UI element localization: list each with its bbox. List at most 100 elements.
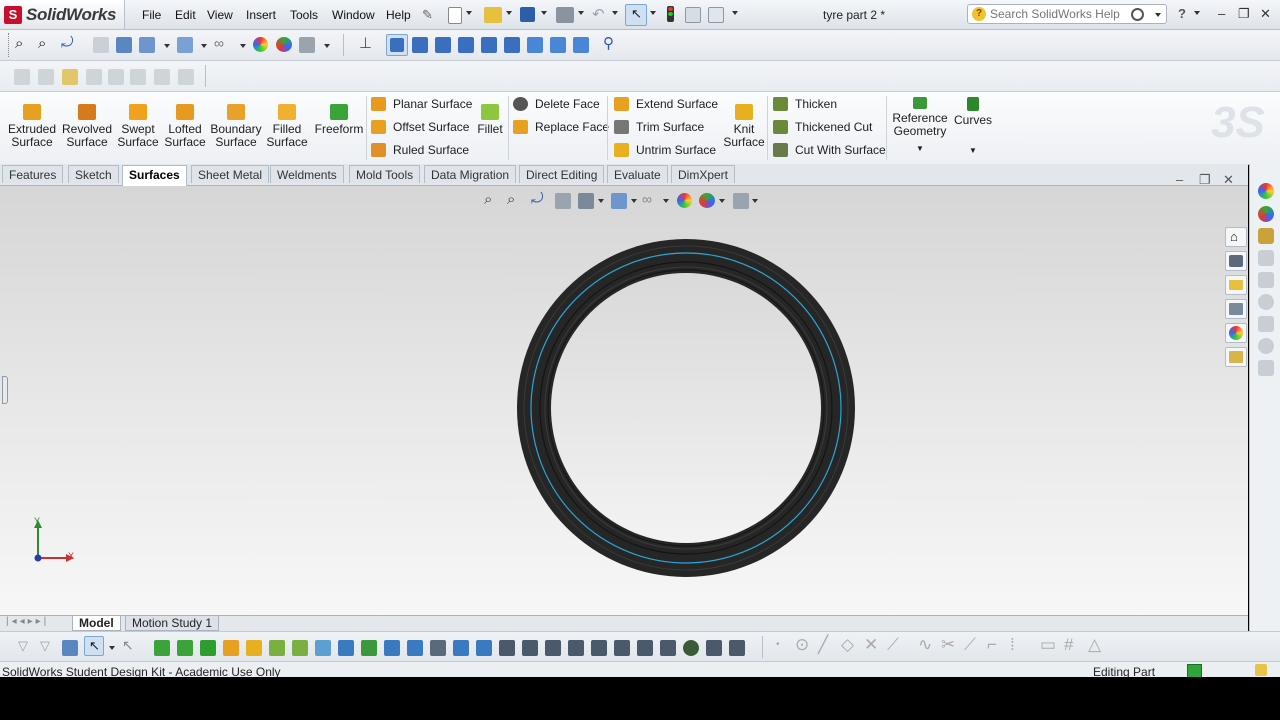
menu-help[interactable]: Help: [386, 8, 411, 22]
sensors-tab-icon[interactable]: [1258, 316, 1274, 332]
mirror-tool-icon[interactable]: [683, 640, 699, 656]
display-style-icon[interactable]: [139, 37, 155, 53]
construction-geometry-icon[interactable]: ⁞: [1010, 635, 1015, 655]
hud-zoom-to-area-icon[interactable]: ⌕: [507, 191, 515, 208]
loft-tool-icon[interactable]: [292, 640, 308, 656]
new-dropdown-icon[interactable]: [466, 11, 472, 15]
zoom-to-fit-icon[interactable]: ⌕: [15, 35, 23, 52]
select-tool-dropdown-icon[interactable]: [109, 646, 115, 650]
revolved-surface-button[interactable]: Revolved Surface: [59, 96, 115, 149]
filled-surface-button[interactable]: Filled Surface: [263, 96, 311, 149]
flex-tool-icon[interactable]: [522, 640, 538, 656]
tab-motion-study-1[interactable]: Motion Study 1: [125, 616, 220, 631]
hud-previous-view-icon[interactable]: ⤾: [531, 190, 544, 207]
scene-tab-icon[interactable]: [1258, 206, 1274, 222]
select-tool-button[interactable]: ↖: [84, 636, 104, 656]
tab-model[interactable]: Model: [72, 616, 121, 631]
move-copy-tool-icon[interactable]: [706, 640, 722, 656]
chamfer-tool-icon[interactable]: [361, 640, 377, 656]
tab-sheet-metal[interactable]: Sheet Metal: [191, 165, 270, 183]
tab-weldments[interactable]: Weldments: [270, 165, 344, 183]
feature-manager-expand-handle[interactable]: [2, 376, 8, 404]
point-tool-icon[interactable]: •: [776, 639, 780, 650]
help-dropdown-icon[interactable]: [1194, 11, 1200, 15]
cross-tool-icon[interactable]: ✕: [864, 635, 878, 655]
tab-features[interactable]: Features: [2, 165, 64, 183]
curves-button[interactable]: Curves ▼: [952, 89, 994, 157]
delete-body-tool-icon[interactable]: [729, 640, 745, 656]
hud-section-view-icon[interactable]: [555, 193, 571, 209]
sweep-tool-icon[interactable]: [269, 640, 285, 656]
decals-tab-icon[interactable]: [1258, 228, 1274, 244]
tyre-model[interactable]: [510, 236, 862, 580]
tab-evaluate[interactable]: Evaluate: [607, 165, 668, 183]
hud-display-style-icon[interactable]: [611, 193, 627, 209]
untrim-surface-button[interactable]: Untrim Surface: [614, 141, 718, 159]
file-explorer-button[interactable]: [1225, 275, 1247, 295]
realview-icon[interactable]: [276, 37, 292, 52]
mirror-icon[interactable]: [86, 69, 102, 85]
annotations-tab-icon[interactable]: [1258, 338, 1274, 354]
undo-icon[interactable]: ↶: [592, 5, 605, 23]
tab-data-migration[interactable]: Data Migration: [424, 165, 517, 183]
isometric-view-icon[interactable]: [527, 37, 543, 53]
camera-tab-icon[interactable]: [1258, 250, 1274, 266]
options-dropdown-icon[interactable]: [732, 11, 738, 15]
menu-file[interactable]: File: [142, 8, 161, 22]
tab-surfaces[interactable]: Surfaces: [122, 165, 187, 186]
reference-geometry-button[interactable]: Reference Geometry ▼: [890, 89, 950, 155]
edit-appearance-icon[interactable]: ∞: [214, 35, 224, 51]
replace-face-button[interactable]: Replace Face: [513, 118, 609, 136]
solid-bodies-tab-icon[interactable]: [1258, 360, 1274, 376]
graphics-area[interactable]: ⌕ ⌕ ⤾ ∞ Y X: [0, 186, 1248, 616]
tab-dimxpert[interactable]: DimXpert: [671, 165, 736, 183]
wrap-tool-icon[interactable]: [476, 640, 492, 656]
offset-entities-icon[interactable]: ⟋: [964, 635, 976, 655]
zoom-to-area-icon[interactable]: ⌕: [38, 35, 46, 52]
draft-tool-icon[interactable]: [430, 640, 446, 656]
boundary-surface-button[interactable]: Boundary Surface: [208, 96, 264, 149]
deform-tool-icon[interactable]: [545, 640, 561, 656]
measure-tool-icon[interactable]: △: [1088, 635, 1101, 655]
ruled-surface-button[interactable]: Ruled Surface: [371, 141, 472, 159]
combine-tool-icon[interactable]: [637, 640, 653, 656]
view-palette-button[interactable]: [1225, 299, 1247, 319]
doc-minimize-icon[interactable]: –: [1176, 172, 1183, 187]
appearance-dropdown-icon[interactable]: [240, 44, 246, 48]
pin-icon[interactable]: ✎: [422, 7, 433, 23]
select-other-icon[interactable]: ↖: [122, 637, 134, 654]
view-orientation-icon[interactable]: [116, 37, 132, 53]
help-search-input[interactable]: [990, 6, 1140, 22]
offset-surface-button[interactable]: Offset Surface: [371, 118, 472, 136]
pattern-icon[interactable]: [108, 69, 124, 85]
print-dropdown-icon[interactable]: [578, 11, 584, 15]
search-icon[interactable]: [1131, 8, 1144, 21]
extrude-tool-icon[interactable]: [223, 640, 239, 656]
fillet-tool-icon[interactable]: [338, 640, 354, 656]
hud-apply-scene-icon[interactable]: [699, 193, 715, 208]
lights-tab-icon[interactable]: [1258, 272, 1274, 288]
restore-window-icon[interactable]: ❐: [1238, 6, 1250, 22]
corner-tool-icon[interactable]: ⌐: [987, 635, 997, 655]
knit-surface-button[interactable]: Knit Surface: [721, 96, 767, 149]
rapid-sketch-icon[interactable]: ▭: [1040, 635, 1056, 655]
thicken-button[interactable]: Thicken: [773, 95, 886, 113]
extend-surface-button[interactable]: Extend Surface: [614, 95, 718, 113]
line-sketch-icon[interactable]: ╱: [818, 635, 828, 655]
circle-tool-icon[interactable]: ⊙: [795, 635, 809, 655]
scale-tool-icon[interactable]: [591, 640, 607, 656]
apply-scene-icon[interactable]: [253, 37, 268, 52]
left-view-icon[interactable]: [435, 37, 451, 53]
normal-to-icon[interactable]: ⊥: [359, 34, 372, 52]
hud-display-style-dropdown-icon[interactable]: [631, 199, 637, 203]
shell-tool-icon[interactable]: [407, 640, 423, 656]
link-views-icon[interactable]: ⚲: [603, 34, 614, 52]
dome-tool-icon[interactable]: [499, 640, 515, 656]
freeform-button[interactable]: Freeform: [312, 96, 366, 136]
custom-properties-button[interactable]: [1225, 347, 1247, 367]
indent-tool-icon[interactable]: [568, 640, 584, 656]
section-view-icon[interactable]: [93, 37, 109, 53]
file-properties-icon[interactable]: [685, 7, 701, 23]
walkthrough-tab-icon[interactable]: [1258, 294, 1274, 310]
appearance-tab-icon[interactable]: [1258, 183, 1274, 199]
